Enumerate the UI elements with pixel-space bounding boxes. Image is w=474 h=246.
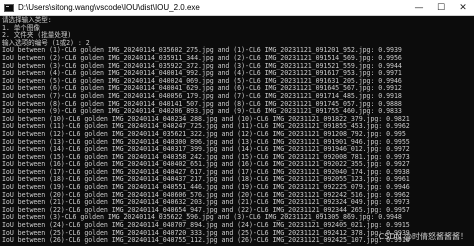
console-line: 请选择输入类型: xyxy=(2,16,52,24)
watermark: CSDN @时倩怒酱酱酱！ xyxy=(378,232,468,241)
console-output[interactable]: 请选择输入类型: 1. 单个图像 2. 文件夹 (批量处理) 输入选项的编号 (1或2… xyxy=(0,16,474,246)
title-bar[interactable]: D:\Users\sitong.wang\vscode\IOU\dist\IOU… xyxy=(0,0,474,16)
console-app-icon xyxy=(4,3,14,12)
window-title: D:\Users\sitong.wang\vscode\IOU\dist\IOU… xyxy=(18,3,200,12)
minimize-icon[interactable]: — xyxy=(408,0,430,16)
close-icon[interactable]: ✕ xyxy=(452,0,474,16)
console-window: D:\Users\sitong.wang\vscode\IOU\dist\IOU… xyxy=(0,0,474,246)
console-line: 1. 单个图像 xyxy=(2,23,40,32)
maximize-icon[interactable]: ☐ xyxy=(430,0,452,16)
window-controls: — ☐ ✕ xyxy=(408,0,474,16)
